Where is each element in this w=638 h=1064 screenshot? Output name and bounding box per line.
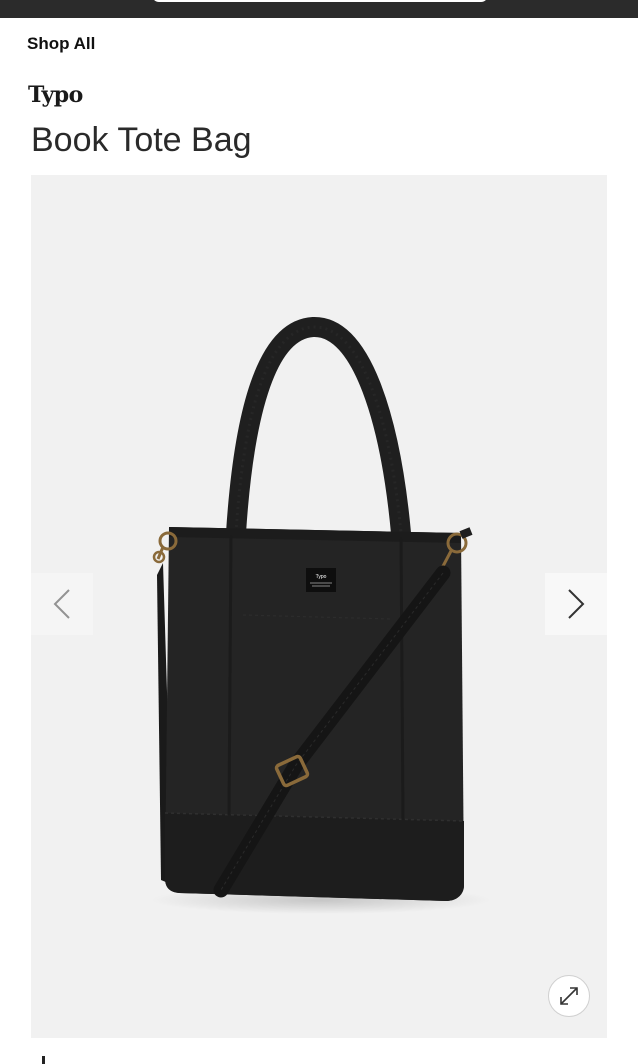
product-image: Typo <box>151 317 491 914</box>
browser-top-bar <box>0 0 638 18</box>
expand-icon <box>560 987 578 1005</box>
next-image-button[interactable] <box>545 573 607 635</box>
shop-all-link[interactable]: Shop All <box>27 34 95 54</box>
cut-off-content <box>42 1056 45 1064</box>
brand-name[interactable]: Typo <box>28 82 83 108</box>
chevron-right-icon <box>568 589 585 619</box>
address-bar[interactable] <box>152 0 488 2</box>
zoom-button[interactable] <box>548 975 590 1017</box>
product-title: Book Tote Bag <box>31 121 252 159</box>
previous-image-button[interactable] <box>31 573 93 635</box>
product-image-gallery[interactable]: Typo <box>31 175 607 1038</box>
chevron-left-icon <box>53 589 70 619</box>
bag-label-text: Typo <box>316 574 327 580</box>
